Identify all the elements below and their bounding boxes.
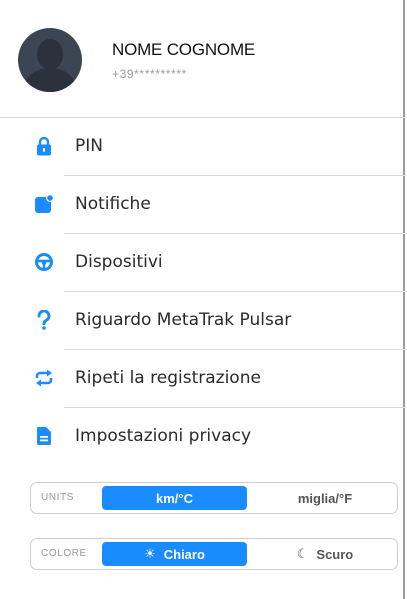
lock-icon xyxy=(34,136,54,156)
menu-item-dispositivi[interactable]: Dispositivi xyxy=(0,234,405,292)
units-option-imperial[interactable]: miglia/°F xyxy=(256,486,394,510)
menu-item-riguardo[interactable]: Riguardo MetaTrak Pulsar xyxy=(0,292,405,350)
menu-item-ripeti[interactable]: Ripeti la registrazione xyxy=(0,350,405,408)
notification-icon xyxy=(34,194,54,214)
units-option-metric[interactable]: km/°C xyxy=(102,486,247,510)
theme-toggle: COLORE ☀ Chiaro ☾ Scuro xyxy=(30,538,398,570)
theme-label: COLORE xyxy=(41,548,87,559)
question-icon xyxy=(34,310,54,330)
document-icon xyxy=(34,426,54,446)
menu-item-label: Notifiche xyxy=(75,194,151,214)
steering-wheel-icon xyxy=(34,252,54,272)
menu-item-label: PIN xyxy=(75,136,103,156)
theme-option-dark[interactable]: ☾ Scuro xyxy=(256,542,394,566)
sun-icon: ☀ xyxy=(144,546,156,561)
repeat-icon xyxy=(34,368,54,388)
units-toggle: UNITS km/°C miglia/°F xyxy=(30,482,398,514)
theme-option-light[interactable]: ☀ Chiaro xyxy=(102,542,247,566)
avatar xyxy=(18,28,82,92)
profile-name: NOME COGNOME xyxy=(112,40,256,59)
menu-item-label: Dispositivi xyxy=(75,252,163,272)
units-label: UNITS xyxy=(41,492,74,503)
menu-item-pin[interactable]: PIN xyxy=(0,118,405,176)
menu-item-label: Ripeti la registrazione xyxy=(75,368,261,388)
side-menu-panel: NOME COGNOME +39********** PIN Notifiche xyxy=(0,0,405,599)
moon-icon: ☾ xyxy=(296,546,309,561)
menu-item-label: Riguardo MetaTrak Pulsar xyxy=(75,310,292,330)
menu-item-notifiche[interactable]: Notifiche xyxy=(0,176,405,234)
profile-phone: +39********** xyxy=(112,67,187,81)
profile-header[interactable]: NOME COGNOME +39********** xyxy=(0,0,405,118)
menu-item-privacy[interactable]: Impostazioni privacy xyxy=(0,408,405,466)
menu-item-label: Impostazioni privacy xyxy=(75,426,252,446)
